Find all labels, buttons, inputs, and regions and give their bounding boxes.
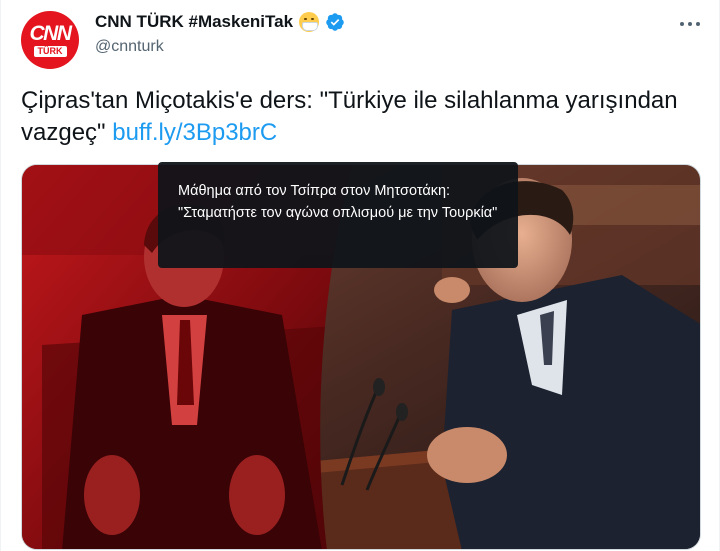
tweet-link[interactable]: buff.ly/3Bp3brC	[112, 119, 277, 146]
more-dot	[696, 22, 700, 26]
more-options-icon[interactable]	[673, 14, 707, 34]
more-dot	[680, 22, 684, 26]
avatar-logo-subtext: TÜRK	[33, 45, 67, 57]
author-name-row[interactable]: CNN TÜRK #MaskeniTak	[95, 12, 345, 32]
face-with-medical-mask-icon	[299, 12, 320, 32]
more-dot	[688, 22, 692, 26]
author-handle[interactable]: @cnnturk	[95, 38, 164, 56]
author-name[interactable]: CNN TÜRK #MaskeniTak	[95, 12, 293, 32]
tweet-card: CNN TÜRK CNN TÜRK #MaskeniTak @cnnturk Ç…	[0, 0, 720, 551]
image-alt-text-tooltip: Μάθημα από τον Τσίπρα στον Μητσοτάκη: "Σ…	[158, 162, 518, 268]
verified-badge-icon	[326, 13, 344, 31]
avatar-logo-text: CNN	[29, 21, 73, 45]
tweet-text: Çipras'tan Miçotakis'e ders: "Türkiye il…	[21, 85, 701, 149]
avatar[interactable]: CNN TÜRK	[21, 11, 79, 69]
